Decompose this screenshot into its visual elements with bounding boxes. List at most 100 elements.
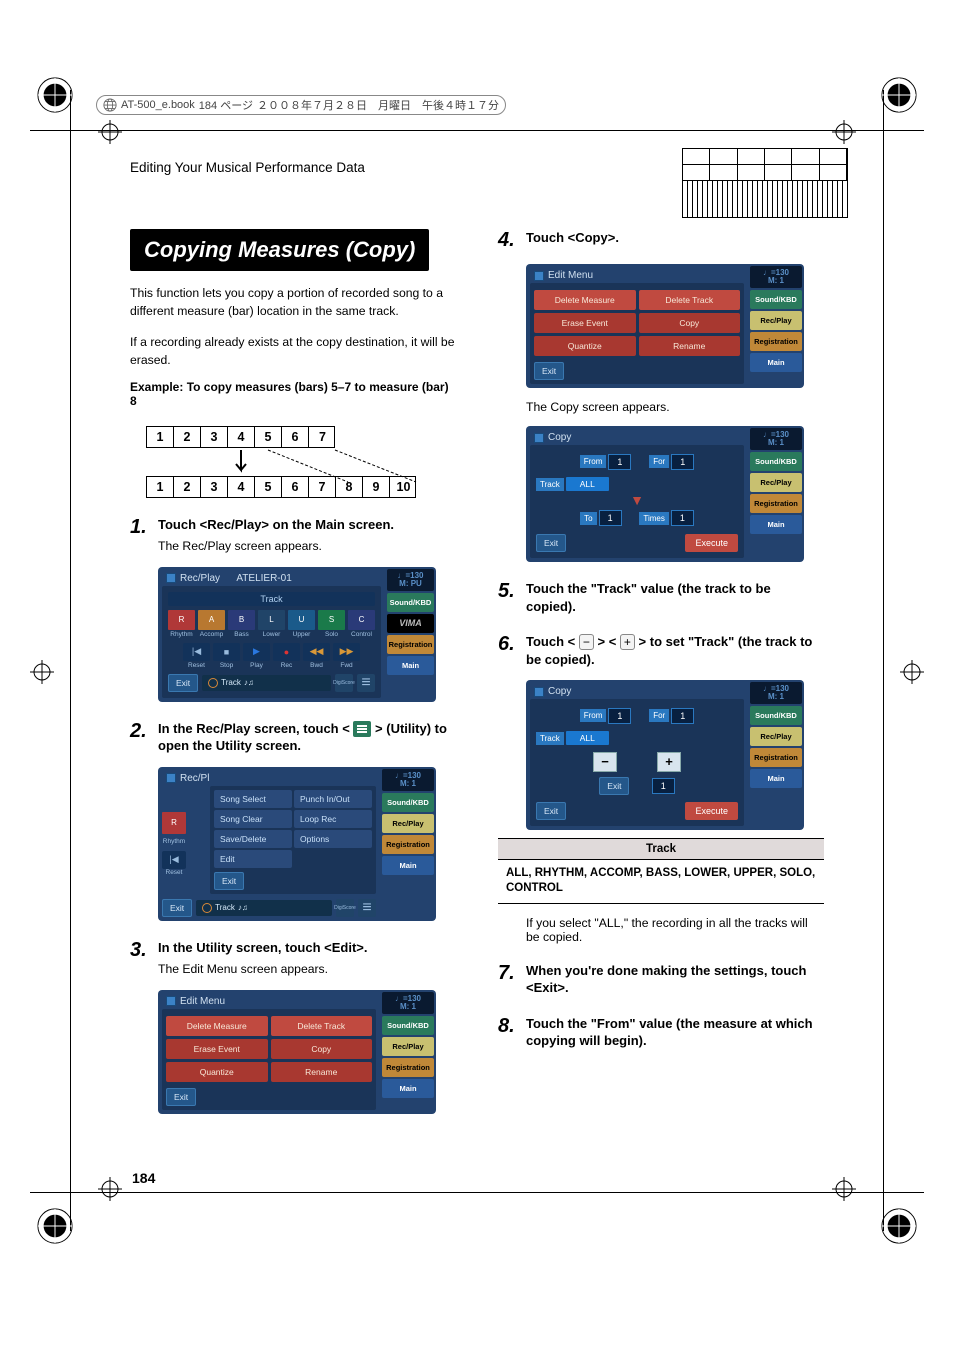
digiscore-button[interactable]: DigiScore (336, 899, 354, 917)
edit-button[interactable]: Edit (214, 850, 292, 868)
sound-button[interactable]: Sound/KBD (750, 706, 802, 725)
copy-button[interactable]: Copy (639, 313, 741, 333)
exit-button[interactable]: Exit (166, 1088, 196, 1106)
reset-button[interactable]: |◀ (183, 643, 210, 661)
bwd-button[interactable]: ◀◀ (303, 643, 330, 661)
recplay-button[interactable]: Rec/Play (382, 814, 434, 833)
exit-button[interactable]: Exit (162, 899, 192, 917)
window-icon (534, 433, 544, 443)
track-u[interactable]: U (288, 610, 315, 630)
main-button[interactable]: Main (387, 656, 434, 675)
recplay-button[interactable]: Rec/Play (382, 1037, 434, 1056)
crop-mark (832, 1177, 856, 1201)
exit-button[interactable]: Exit (214, 872, 244, 890)
recplay-button[interactable]: Rec/Play (750, 473, 802, 492)
inner-exit-button[interactable]: Exit (599, 777, 629, 795)
quantize-button[interactable]: Quantize (534, 336, 636, 356)
copy-button[interactable]: Copy (271, 1039, 373, 1059)
plus-button[interactable]: + (657, 752, 681, 772)
minus-button[interactable]: − (593, 752, 617, 772)
track-utility-button[interactable]: Track ♪♫ (196, 900, 332, 916)
track-b[interactable]: B (228, 610, 255, 630)
step-4-sub: The Copy screen appears. (526, 400, 824, 414)
list-button[interactable]: ≡ (358, 899, 376, 917)
window-icon (166, 573, 176, 583)
track-r[interactable]: R (168, 610, 195, 630)
delete-measure-button[interactable]: Delete Measure (534, 290, 636, 310)
main-button[interactable]: Main (750, 769, 802, 788)
digiscore-button[interactable]: DigiScore (335, 674, 353, 692)
options-button[interactable]: Options (294, 830, 372, 848)
track-value[interactable]: ALL (566, 731, 609, 745)
main-button[interactable]: Main (382, 856, 434, 875)
fwd-button[interactable]: ▶▶ (333, 643, 360, 661)
track-l[interactable]: L (258, 610, 285, 630)
punch-button[interactable]: Punch In/Out (294, 790, 372, 808)
exit-button[interactable]: Exit (168, 674, 198, 692)
registration-button[interactable]: Registration (387, 635, 434, 654)
editmenu-screenshot: Edit Menu Delete Measure Delete Track Er… (158, 990, 436, 1114)
copy-screenshot-2: Copy From1 For1 TrackALL (526, 680, 804, 830)
rename-button[interactable]: Rename (271, 1062, 373, 1082)
from-value[interactable]: 1 (608, 708, 631, 724)
registration-button[interactable]: Registration (382, 1058, 434, 1077)
copy-screenshot-1: Copy From1 For1 TrackALL ▼ (526, 426, 804, 562)
registration-button[interactable]: Registration (750, 494, 802, 513)
registration-button[interactable]: Registration (382, 835, 434, 854)
sound-button[interactable]: Sound/KBD (387, 593, 434, 612)
window-icon (534, 271, 544, 281)
to-value[interactable]: 1 (599, 510, 622, 526)
delete-track-button[interactable]: Delete Track (639, 290, 741, 310)
main-button[interactable]: Main (750, 353, 802, 372)
step-7-title: When you're done making the settings, to… (526, 963, 806, 996)
registration-button[interactable]: Registration (750, 332, 802, 351)
for-value[interactable]: 1 (671, 454, 694, 470)
execute-button[interactable]: Execute (685, 534, 738, 552)
erase-event-button[interactable]: Erase Event (534, 313, 636, 333)
delete-track-button[interactable]: Delete Track (271, 1016, 373, 1036)
times-value[interactable]: 1 (671, 510, 694, 526)
exit-button[interactable]: Exit (534, 362, 564, 380)
rec-button[interactable]: ● (273, 643, 300, 661)
step-num-6: 6. (498, 633, 516, 668)
step-num-5: 5. (498, 580, 516, 615)
tempo-display: ♩=130M: PU (387, 569, 434, 591)
stop-button[interactable]: ■ (213, 643, 240, 661)
track-table-value: ALL, RHYTHM, ACCOMP, BASS, LOWER, UPPER,… (498, 860, 824, 904)
sound-button[interactable]: Sound/KBD (382, 1016, 434, 1035)
editmenu-screenshot-2: Edit Menu Delete Measure Delete Track Er… (526, 264, 804, 388)
sound-button[interactable]: Sound/KBD (750, 452, 802, 471)
plus-icon: + (620, 634, 635, 650)
track-c[interactable]: C (348, 610, 375, 630)
for-value[interactable]: 1 (671, 708, 694, 724)
play-button[interactable]: ▶ (243, 643, 270, 661)
exit-button[interactable]: Exit (536, 802, 566, 820)
recplay-button[interactable]: Rec/Play (750, 727, 802, 746)
loop-rec-button[interactable]: Loop Rec (294, 810, 372, 828)
recplay-button[interactable]: Rec/Play (750, 311, 802, 330)
erase-event-button[interactable]: Erase Event (166, 1039, 268, 1059)
track-utility-button[interactable]: Track ♪♫ (202, 675, 331, 691)
track-r[interactable]: R (162, 812, 186, 834)
main-button[interactable]: Main (750, 515, 802, 534)
vima-button[interactable]: VIMA (387, 614, 434, 633)
from-value[interactable]: 1 (608, 454, 631, 470)
delete-measure-button[interactable]: Delete Measure (166, 1016, 268, 1036)
rename-button[interactable]: Rename (639, 336, 741, 356)
sound-button[interactable]: Sound/KBD (750, 290, 802, 309)
corner-circle (36, 1207, 74, 1245)
track-s[interactable]: S (318, 610, 345, 630)
registration-button[interactable]: Registration (750, 748, 802, 767)
track-a[interactable]: A (198, 610, 225, 630)
song-select-button[interactable]: Song Select (214, 790, 292, 808)
reset-button[interactable]: |◀ (162, 851, 186, 869)
main-button[interactable]: Main (382, 1079, 434, 1098)
execute-button[interactable]: Execute (685, 802, 738, 820)
track-value[interactable]: ALL (566, 477, 609, 491)
quantize-button[interactable]: Quantize (166, 1062, 268, 1082)
save-delete-button[interactable]: Save/Delete (214, 830, 292, 848)
song-clear-button[interactable]: Song Clear (214, 810, 292, 828)
list-button[interactable]: ≡ (357, 674, 375, 692)
exit-button[interactable]: Exit (536, 534, 566, 552)
sound-button[interactable]: Sound/KBD (382, 793, 434, 812)
